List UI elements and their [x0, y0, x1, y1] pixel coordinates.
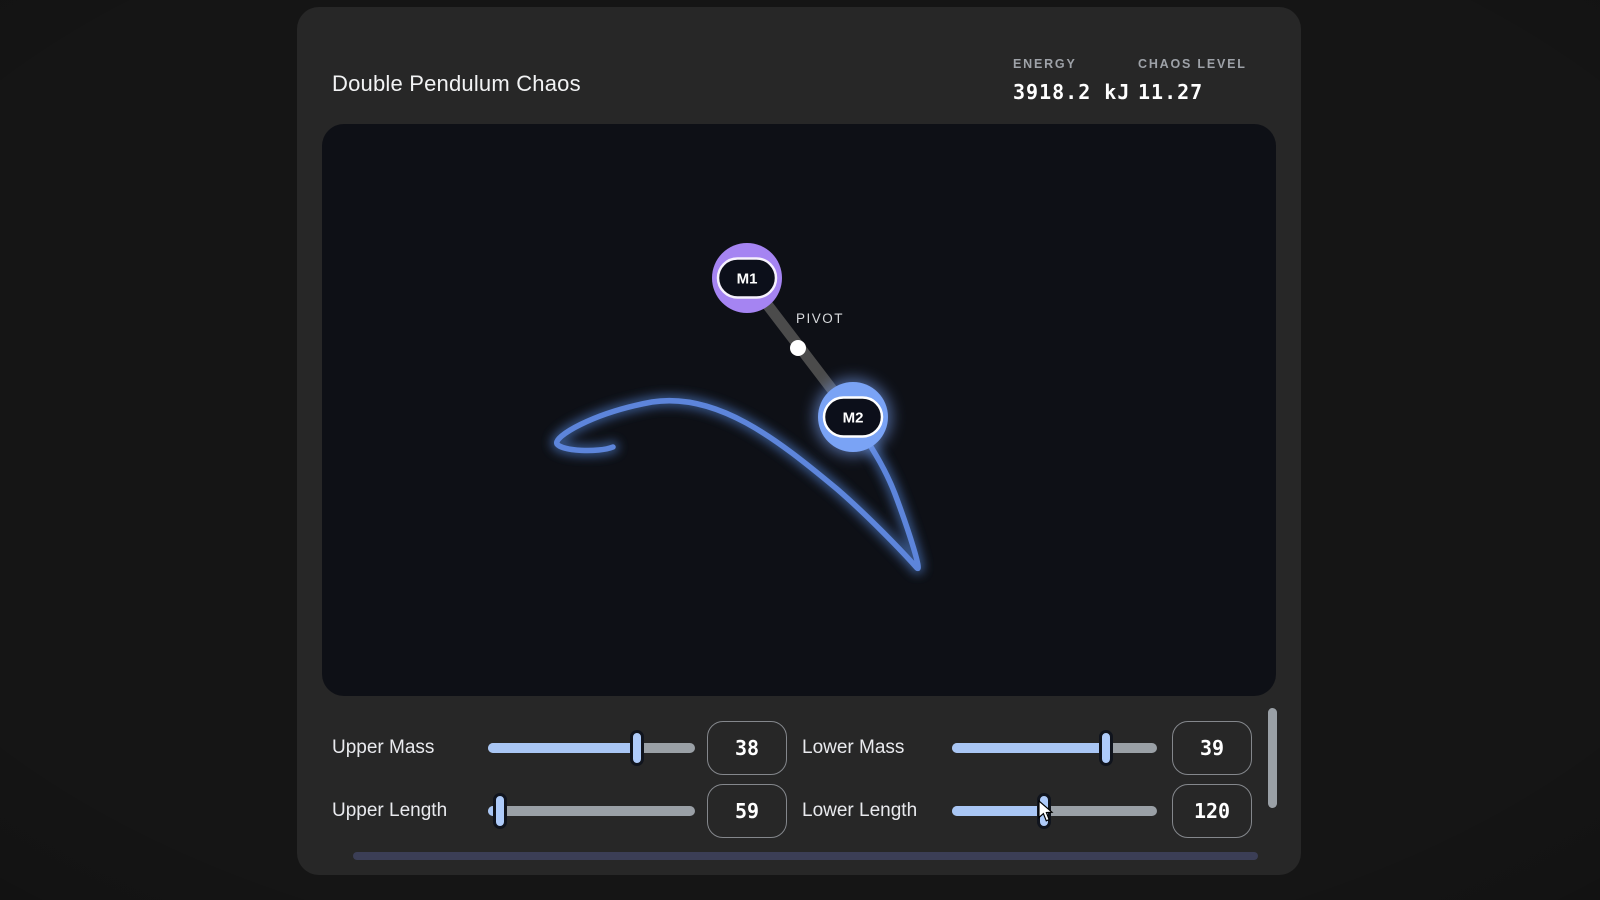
- mass-m2[interactable]: M2: [818, 382, 888, 452]
- control-upper-length: Upper Length 59: [332, 784, 787, 838]
- energy-value: 3918.2 kJ: [1013, 80, 1130, 104]
- slider-fill: [952, 806, 1044, 816]
- control-lower-mass: Lower Mass 39: [802, 721, 1252, 775]
- upper-length-value[interactable]: 59: [707, 784, 787, 838]
- app-card: Double Pendulum Chaos ENERGY 3918.2 kJ C…: [297, 7, 1301, 875]
- lower-length-label: Lower Length: [802, 784, 917, 838]
- upper-length-slider[interactable]: [488, 784, 695, 838]
- simulation-canvas[interactable]: PIVOT M1 M2: [322, 124, 1276, 696]
- slider-thumb[interactable]: [630, 730, 644, 766]
- slider-fill: [488, 743, 637, 753]
- pivot-dot: [790, 340, 806, 356]
- pendulum-visualization: PIVOT M1 M2: [322, 124, 1276, 696]
- lower-mass-value[interactable]: 39: [1172, 721, 1252, 775]
- page-title: Double Pendulum Chaos: [332, 71, 581, 97]
- chaos-stat: CHAOS LEVEL 11.27: [1138, 57, 1247, 104]
- m2-label: M2: [843, 410, 864, 427]
- energy-stat: ENERGY 3918.2 kJ: [1013, 57, 1130, 104]
- slider-thumb[interactable]: [1099, 730, 1113, 766]
- upper-mass-slider[interactable]: [488, 721, 695, 775]
- lower-length-value[interactable]: 120: [1172, 784, 1252, 838]
- lower-mass-slider[interactable]: [952, 721, 1157, 775]
- chaos-value: 11.27: [1138, 80, 1247, 104]
- mass-m1[interactable]: M1: [712, 243, 782, 313]
- lower-mass-label: Lower Mass: [802, 721, 904, 775]
- control-lower-length: Lower Length 120: [802, 784, 1252, 838]
- upper-mass-value[interactable]: 38: [707, 721, 787, 775]
- upper-length-label: Upper Length: [332, 784, 447, 838]
- horizontal-scrollbar[interactable]: [353, 852, 1258, 860]
- energy-label: ENERGY: [1013, 57, 1130, 71]
- slider-track[interactable]: [488, 806, 695, 816]
- mouse-cursor-icon: [1038, 800, 1056, 824]
- vertical-scrollbar[interactable]: [1268, 708, 1277, 808]
- control-upper-mass: Upper Mass 38: [332, 721, 787, 775]
- upper-mass-label: Upper Mass: [332, 721, 434, 775]
- slider-thumb[interactable]: [493, 793, 507, 829]
- m1-label: M1: [737, 271, 758, 288]
- slider-fill: [952, 743, 1106, 753]
- pivot-label: PIVOT: [796, 311, 844, 326]
- chaos-label: CHAOS LEVEL: [1138, 57, 1247, 71]
